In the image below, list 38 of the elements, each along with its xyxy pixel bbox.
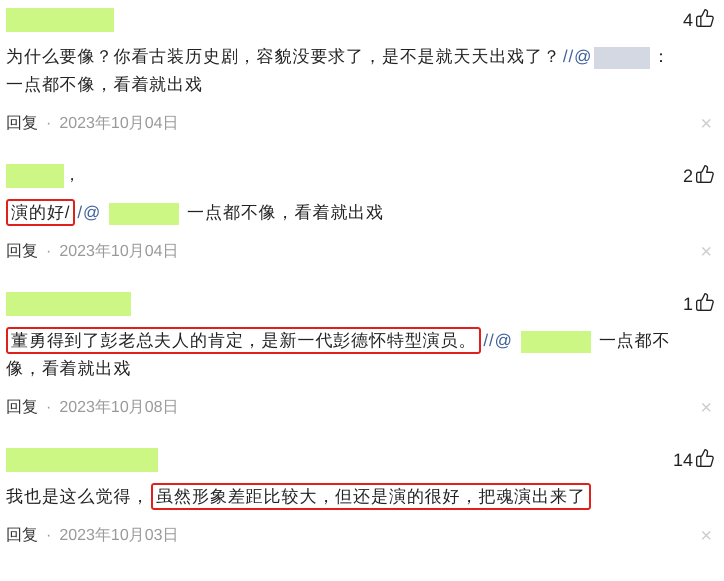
mention-link[interactable]: //@ <box>562 47 592 66</box>
thumbs-up-icon[interactable] <box>695 164 715 184</box>
comment-text: 像，看着就出戏 <box>6 359 132 378</box>
reply-link[interactable]: 回复 <box>6 396 38 420</box>
redaction-block <box>109 202 180 225</box>
comment-text: 一点都不 <box>598 331 670 350</box>
reply-link[interactable]: 回复 <box>6 240 38 264</box>
thumbs-up-icon[interactable] <box>695 292 715 312</box>
redaction-block <box>520 330 591 353</box>
comment-text: 一点都不像，看着就出戏 <box>187 203 384 222</box>
separator-dot: · <box>46 526 52 546</box>
username-fragment: ， <box>64 166 80 186</box>
comment-date: 2023年10月04日 <box>59 114 179 134</box>
highlighted-text: 虽然形象差距比较大，但还是演的很好，把魂演出来了 <box>151 483 591 510</box>
mention-link[interactable]: /@ <box>77 203 102 222</box>
reply-link[interactable]: 回复 <box>6 524 38 548</box>
comment-text: ： <box>652 47 670 66</box>
comment-date: 2023年10月03日 <box>59 526 179 546</box>
like-count: 4 <box>682 8 693 32</box>
like-count: 1 <box>682 292 693 316</box>
comment-date: 2023年10月04日 <box>59 242 179 262</box>
thumbs-up-icon[interactable] <box>695 448 715 468</box>
comment-text: 我也是这么觉得， <box>6 487 150 506</box>
separator-dot: · <box>46 114 52 134</box>
highlighted-text: 董勇得到了彭老总夫人的肯定，是新一代彭德怀特型演员。 <box>6 327 482 354</box>
redacted-username <box>6 164 64 188</box>
like-count: 14 <box>672 448 693 472</box>
thumbs-up-icon[interactable] <box>695 8 715 28</box>
separator-dot: · <box>46 398 52 418</box>
comment-text: 一点都不像，看着就出戏 <box>6 75 203 94</box>
like-count: 2 <box>682 164 693 188</box>
blurred-username <box>594 46 650 69</box>
highlighted-text: 演的好/ <box>6 199 76 226</box>
mention-link[interactable]: //@ <box>483 331 513 350</box>
comment-text: 为什么要像？你看古装历史剧，容貌没要求了，是不是就天天出戏了？ <box>6 47 561 66</box>
separator-dot: · <box>46 242 52 262</box>
comment-date: 2023年10月08日 <box>59 398 179 418</box>
reply-link[interactable]: 回复 <box>6 112 38 136</box>
